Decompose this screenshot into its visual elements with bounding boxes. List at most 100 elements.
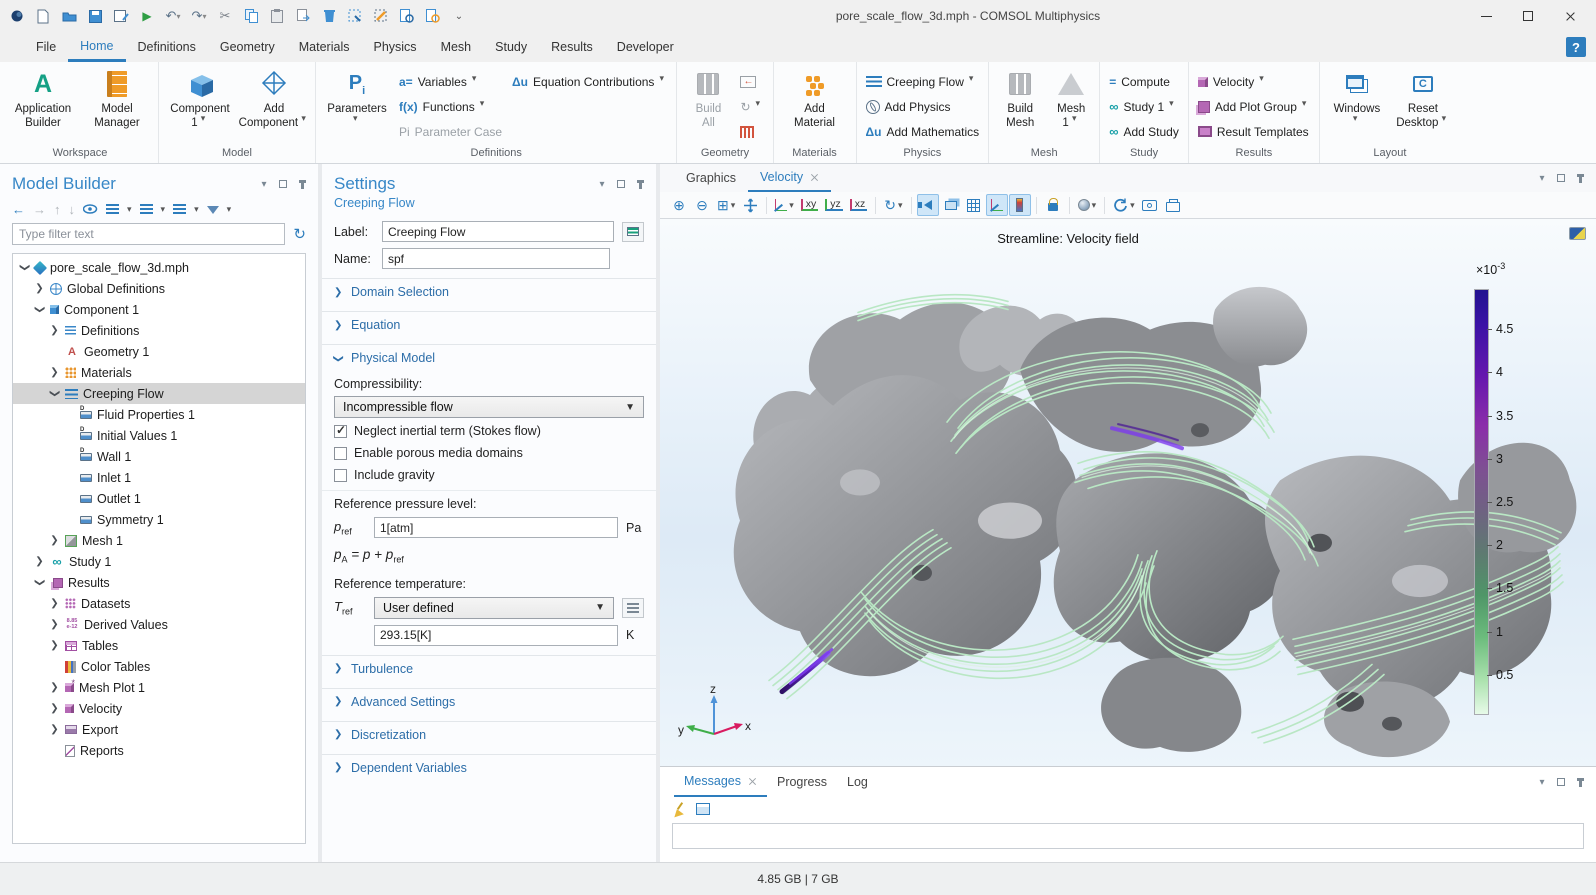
tab-developer[interactable]: Developer bbox=[605, 32, 686, 62]
clear-messages-icon[interactable] bbox=[672, 802, 686, 816]
tref-select[interactable]: User defined▼ bbox=[374, 597, 614, 619]
geometry-rebuild-button[interactable]: ↻ bbox=[736, 94, 767, 119]
tab-home[interactable]: Home bbox=[68, 32, 125, 62]
variables-button[interactable]: a=Variables bbox=[395, 69, 506, 94]
expander-icon[interactable]: ❯ bbox=[34, 283, 45, 294]
section-domain-selection[interactable]: ❯Domain Selection bbox=[322, 278, 656, 305]
tree-item-initial-values-1[interactable]: ❯Initial Values 1 bbox=[13, 425, 305, 446]
wireframe-grid-icon[interactable] bbox=[963, 194, 985, 216]
duplicate-icon[interactable] bbox=[292, 5, 314, 27]
view-xy-icon[interactable]: xy bbox=[798, 194, 822, 216]
gravity-checkbox-row[interactable]: Include gravity bbox=[322, 464, 656, 486]
tree-item-pore-scale-flow-3d-mph[interactable]: ❯pore_scale_flow_3d.mph bbox=[13, 257, 305, 278]
pin-panel-icon[interactable] bbox=[634, 178, 646, 190]
dropdown-caret-icon[interactable]: ▾ bbox=[161, 204, 166, 215]
tree-item-results[interactable]: ❯Results bbox=[13, 572, 305, 593]
tab-graphics-window[interactable]: Graphics bbox=[674, 164, 748, 192]
expander-icon[interactable]: ❯ bbox=[34, 556, 45, 567]
delete-icon[interactable] bbox=[318, 5, 340, 27]
message-report-icon[interactable] bbox=[696, 803, 710, 815]
tab-materials[interactable]: Materials bbox=[287, 32, 362, 62]
tree-item-color-tables[interactable]: ❯Color Tables bbox=[13, 656, 305, 677]
tree-filter-input[interactable] bbox=[12, 223, 285, 245]
redo-icon[interactable]: ↷▾ bbox=[188, 5, 210, 27]
maximize-button[interactable] bbox=[1508, 3, 1548, 29]
tab-geometry[interactable]: Geometry bbox=[208, 32, 287, 62]
zoom-extents-icon[interactable] bbox=[739, 194, 761, 216]
dropdown-caret-icon[interactable]: ▾ bbox=[227, 204, 232, 215]
tree-item-component-1[interactable]: ❯Component 1 bbox=[13, 299, 305, 320]
zoom-box-icon[interactable]: ⊞▾ bbox=[714, 194, 738, 216]
expander-icon[interactable]: ❯ bbox=[49, 724, 60, 735]
transparency-icon[interactable] bbox=[940, 194, 962, 216]
select-box-icon[interactable] bbox=[344, 5, 366, 27]
dropdown-caret-icon[interactable]: ▾ bbox=[127, 204, 132, 215]
add-plot-group-button[interactable]: Add Plot Group bbox=[1194, 94, 1314, 119]
expander-icon[interactable]: ❯ bbox=[49, 388, 60, 399]
run-icon[interactable]: ▶ bbox=[136, 5, 158, 27]
add-component-button[interactable]: Add Component bbox=[238, 65, 310, 131]
tree-item-geometry-1[interactable]: ❯AGeometry 1 bbox=[13, 341, 305, 362]
section-discretization[interactable]: ❯Discretization bbox=[322, 721, 656, 748]
float-panel-icon[interactable] bbox=[615, 178, 627, 190]
tab-mesh[interactable]: Mesh bbox=[429, 32, 484, 62]
deselect-box-icon[interactable] bbox=[370, 5, 392, 27]
zoom-out-icon[interactable]: ⊖ bbox=[691, 194, 713, 216]
tab-messages[interactable]: Messages bbox=[674, 767, 767, 797]
open-file-icon[interactable] bbox=[58, 5, 80, 27]
messages-content[interactable] bbox=[672, 823, 1584, 849]
save-icon[interactable] bbox=[84, 5, 106, 27]
float-panel-icon[interactable] bbox=[1555, 172, 1567, 184]
save-as-icon[interactable] bbox=[110, 5, 132, 27]
tab-log[interactable]: Log bbox=[837, 767, 878, 797]
find-results-icon[interactable] bbox=[422, 5, 444, 27]
expander-icon[interactable]: ❯ bbox=[19, 262, 30, 273]
expander-icon[interactable]: ❯ bbox=[49, 535, 60, 546]
float-panel-icon[interactable] bbox=[1555, 776, 1567, 788]
close-tab-icon[interactable] bbox=[810, 173, 819, 182]
checkbox-icon[interactable] bbox=[334, 447, 347, 460]
build-mesh-button[interactable]: Build Mesh bbox=[994, 65, 1046, 131]
expander-icon[interactable]: ❯ bbox=[49, 325, 60, 336]
tree-item-outlet-1[interactable]: ❯Outlet 1 bbox=[13, 488, 305, 509]
add-physics-button[interactable]: Add Physics bbox=[862, 94, 984, 119]
checkbox-checked-icon[interactable] bbox=[334, 425, 347, 438]
expander-icon[interactable]: ❯ bbox=[49, 640, 60, 651]
geometry-import-button[interactable]: ← bbox=[736, 69, 767, 94]
compute-button[interactable]: =Compute bbox=[1105, 69, 1183, 94]
node-text-icon[interactable] bbox=[173, 204, 186, 215]
model-manager-button[interactable]: Model Manager bbox=[81, 65, 153, 131]
functions-button[interactable]: f(x)Functions bbox=[395, 94, 506, 119]
tree-item-fluid-properties-1[interactable]: ❯Fluid Properties 1 bbox=[13, 404, 305, 425]
material-rendering-icon[interactable]: ▾ bbox=[1075, 194, 1100, 216]
tree-item-reports[interactable]: ❯Reports bbox=[13, 740, 305, 761]
tab-definitions[interactable]: Definitions bbox=[126, 32, 208, 62]
move-down-icon[interactable]: ↓ bbox=[69, 202, 76, 217]
study1-button[interactable]: ∞Study 1 bbox=[1105, 94, 1183, 119]
build-all-button[interactable]: Build All bbox=[682, 65, 734, 131]
expander-icon[interactable]: ❯ bbox=[34, 304, 45, 315]
close-tab-icon[interactable] bbox=[748, 777, 757, 786]
tab-study[interactable]: Study bbox=[483, 32, 539, 62]
tree-item-export[interactable]: ❯Export bbox=[13, 719, 305, 740]
go-to-view-icon[interactable]: ▾ bbox=[772, 194, 797, 216]
result-templates-button[interactable]: Result Templates bbox=[1194, 119, 1314, 144]
parameter-case-button[interactable]: PiParameter Case bbox=[395, 119, 506, 144]
tree-item-derived-values[interactable]: ❯8.85 e-12Derived Values bbox=[13, 614, 305, 635]
edit-label-button[interactable] bbox=[622, 222, 644, 242]
print-icon[interactable] bbox=[1162, 194, 1184, 216]
paste-icon[interactable] bbox=[266, 5, 288, 27]
pin-panel-icon[interactable] bbox=[296, 178, 308, 190]
application-builder-button[interactable]: A Application Builder bbox=[7, 65, 79, 131]
scene-light-icon[interactable] bbox=[917, 194, 939, 216]
panel-menu-icon[interactable]: ▾ bbox=[258, 178, 270, 190]
windows-button[interactable]: Windows bbox=[1325, 65, 1389, 126]
component1-button[interactable]: Component 1 bbox=[164, 65, 236, 131]
expander-icon[interactable]: ❯ bbox=[49, 367, 60, 378]
tab-physics[interactable]: Physics bbox=[361, 32, 428, 62]
tree-item-mesh-plot-1[interactable]: ❯Mesh Plot 1 bbox=[13, 677, 305, 698]
temperature-input[interactable] bbox=[374, 625, 618, 646]
zoom-in-icon[interactable]: ⊕ bbox=[668, 194, 690, 216]
tab-velocity-window[interactable]: Velocity bbox=[748, 164, 831, 192]
tree-item-materials[interactable]: ❯Materials bbox=[13, 362, 305, 383]
